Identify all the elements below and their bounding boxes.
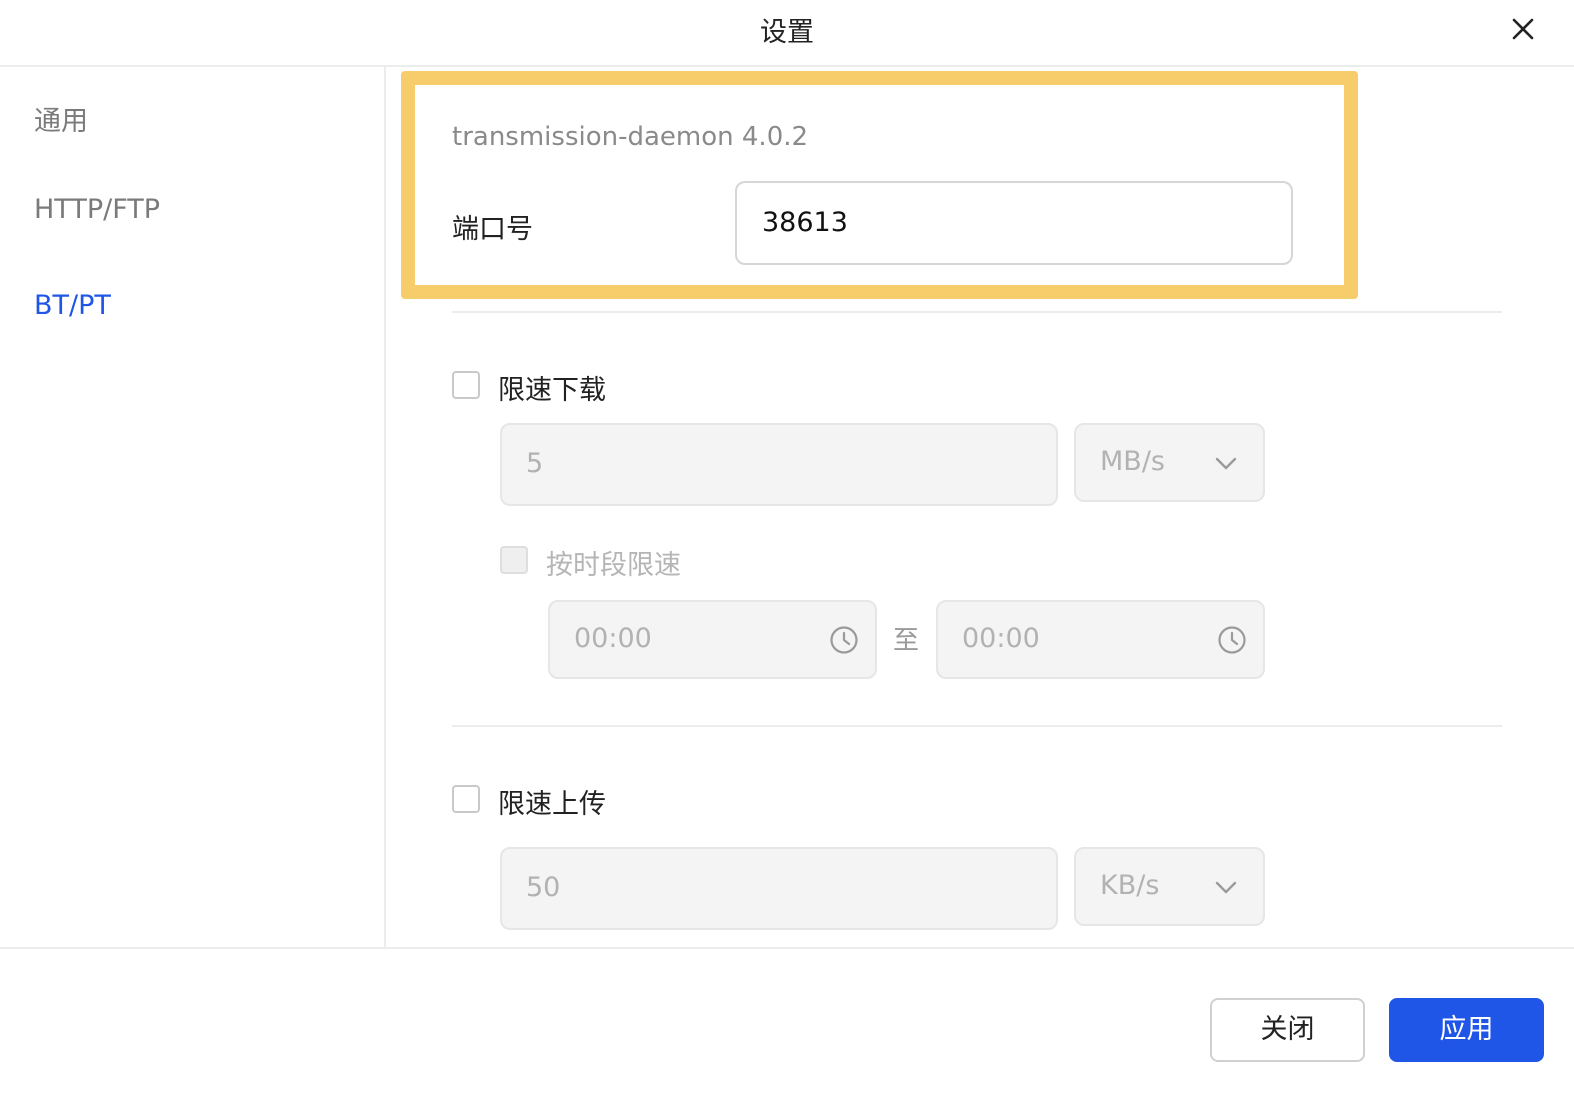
- settings-content: transmission-daemon 4.0.2 端口号 38613 限速下载…: [386, 67, 1574, 947]
- clock-icon: [1218, 626, 1246, 654]
- clock-icon: [830, 626, 858, 654]
- dialog-title: 设置: [760, 17, 814, 48]
- dialog-header: 设置: [0, 0, 1574, 67]
- download-unit-select[interactable]: MB/s: [1074, 423, 1265, 502]
- download-limit-input[interactable]: 5: [500, 423, 1058, 506]
- settings-sidebar: 通用 HTTP/FTP BT/PT: [0, 67, 386, 947]
- dialog-footer: 关闭 应用: [0, 947, 1574, 1098]
- divider: [452, 311, 1502, 313]
- schedule-end-value: 00:00: [962, 623, 1040, 654]
- to-label: 至: [893, 626, 920, 656]
- upload-limit-checkbox[interactable]: [452, 785, 480, 813]
- version-text: transmission-daemon 4.0.2: [452, 122, 809, 152]
- download-limit-label: 限速下载: [498, 375, 606, 406]
- close-button[interactable]: 关闭: [1210, 998, 1365, 1062]
- close-icon[interactable]: [1506, 12, 1540, 46]
- schedule-start-time[interactable]: 00:00: [548, 600, 877, 679]
- upload-limit-label: 限速上传: [498, 789, 606, 820]
- download-limit-value: 5: [526, 448, 544, 479]
- chevron-down-icon: [1215, 457, 1237, 470]
- chevron-down-icon: [1215, 881, 1237, 894]
- upload-limit-input[interactable]: 50: [500, 847, 1058, 930]
- sidebar-item-general[interactable]: 通用: [34, 99, 88, 138]
- schedule-limit-checkbox[interactable]: [500, 546, 528, 574]
- upload-limit-value: 50: [526, 872, 561, 903]
- sidebar-item-bt-pt[interactable]: BT/PT: [34, 290, 111, 321]
- upload-unit-value: KB/s: [1100, 870, 1160, 901]
- port-input[interactable]: 38613: [735, 181, 1293, 265]
- apply-button[interactable]: 应用: [1389, 998, 1544, 1062]
- upload-unit-select[interactable]: KB/s: [1074, 847, 1265, 926]
- schedule-start-value: 00:00: [574, 623, 652, 654]
- schedule-limit-label: 按时段限速: [546, 550, 681, 581]
- download-unit-value: MB/s: [1100, 446, 1165, 477]
- sidebar-item-http-ftp[interactable]: HTTP/FTP: [34, 194, 160, 225]
- divider: [452, 725, 1502, 727]
- download-limit-checkbox[interactable]: [452, 371, 480, 399]
- schedule-end-time[interactable]: 00:00: [936, 600, 1265, 679]
- port-label: 端口号: [452, 214, 533, 245]
